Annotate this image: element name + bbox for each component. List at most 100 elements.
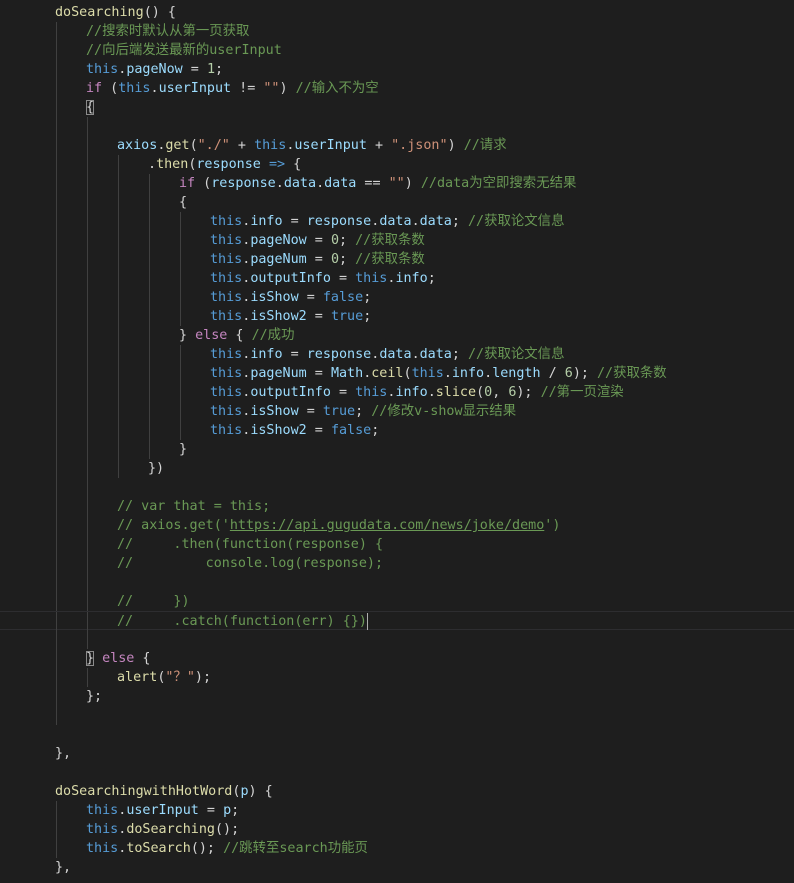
indent-guide <box>149 421 150 440</box>
code-line[interactable] <box>0 117 794 136</box>
code-line[interactable]: axios.get("./" + this.userInput + ".json… <box>0 136 794 155</box>
code-line[interactable]: // var that = this; <box>0 497 794 516</box>
code-line[interactable]: { <box>0 193 794 212</box>
code-token: // axios.get(' <box>117 518 230 533</box>
indent-guide <box>118 193 119 212</box>
code-line[interactable]: alert("？"); <box>0 668 794 687</box>
code-line[interactable]: if (response.data.data == "") //data为空即搜… <box>0 174 794 193</box>
code-token: // .then(function(response) { <box>117 537 384 552</box>
code-text: doSearchingwithHotWord(p) { <box>55 782 273 801</box>
code-token: info <box>250 347 283 362</box>
code-line[interactable] <box>0 725 794 744</box>
code-line[interactable]: { <box>0 98 794 117</box>
code-line[interactable]: // .catch(function(err) {}) <box>0 611 794 631</box>
code-line[interactable]: this.isShow2 = true; <box>0 307 794 326</box>
indent-guide <box>87 326 88 345</box>
code-line[interactable]: } else { //成功 <box>0 326 794 345</box>
code-line[interactable] <box>0 706 794 725</box>
indent-guide <box>56 820 57 839</box>
code-text: //搜索时默认从第一页获取 <box>86 22 249 41</box>
code-text: this.outputInfo = this.info; <box>210 269 436 288</box>
code-token: this <box>118 81 151 96</box>
code-line[interactable]: this.userInput = p; <box>0 801 794 820</box>
code-line[interactable] <box>0 573 794 592</box>
indent-guide <box>56 668 57 687</box>
code-line[interactable]: // axios.get('https://api.gugudata.com/n… <box>0 516 794 535</box>
code-line[interactable]: this.pageNow = 1; <box>0 60 794 79</box>
code-token: get <box>165 138 190 153</box>
code-line[interactable]: // .then(function(response) { <box>0 535 794 554</box>
code-line[interactable]: // console.log(response); <box>0 554 794 573</box>
code-token: 0 <box>330 233 339 248</box>
code-line[interactable]: doSearchingwithHotWord(p) { <box>0 782 794 801</box>
code-line[interactable]: this.outputInfo = this.info.slice(0, 6);… <box>0 383 794 402</box>
code-line[interactable]: this.isShow2 = false; <box>0 421 794 440</box>
url-link[interactable]: https://api.gugudata.com/news/joke/demo <box>230 518 544 533</box>
code-token: = <box>330 271 356 286</box>
code-token: ; <box>339 252 356 267</box>
code-line[interactable]: }, <box>0 858 794 877</box>
indent-guide <box>56 231 57 250</box>
code-token: false <box>322 290 364 305</box>
code-line[interactable]: }, <box>0 744 794 763</box>
code-line[interactable]: } <box>0 440 794 459</box>
code-line[interactable]: this.pageNow = 0; //获取条数 <box>0 231 794 250</box>
code-line[interactable]: this.isShow = true; //修改v-show显示结果 <box>0 402 794 421</box>
code-token: this <box>210 233 243 248</box>
code-line[interactable]: //搜索时默认从第一页获取 <box>0 22 794 41</box>
code-text: this.pageNum = Math.ceil(this.info.lengt… <box>210 364 667 383</box>
code-line[interactable]: doSearching() { <box>0 3 794 22</box>
indent-guide <box>180 421 181 440</box>
code-line[interactable]: this.isShow = false; <box>0 288 794 307</box>
code-line[interactable]: this.info = response.data.data; //获取论文信息 <box>0 212 794 231</box>
indent-guide <box>56 554 57 573</box>
code-token: . <box>316 176 325 191</box>
indent-guide <box>87 345 88 364</box>
code-token: alert <box>117 670 158 685</box>
code-token: this <box>254 138 287 153</box>
code-line[interactable]: }; <box>0 687 794 706</box>
code-token: //修改v-show显示结果 <box>371 404 517 419</box>
code-line[interactable]: this.outputInfo = this.info; <box>0 269 794 288</box>
indent-guide <box>149 288 150 307</box>
code-line[interactable]: this.info = response.data.data; //获取论文信息 <box>0 345 794 364</box>
code-text: // var that = this; <box>117 497 270 516</box>
code-token: //data为空即搜索无结果 <box>420 176 577 191</box>
indent-guide <box>87 554 88 573</box>
code-text: alert("？"); <box>117 668 211 687</box>
indent-guide <box>56 421 57 440</box>
code-text: if (this.userInput != "") //输入不为空 <box>86 79 379 98</box>
code-token: doSearchingwithHotWord <box>55 784 233 799</box>
code-line[interactable]: this.toSearch(); //跳转至search功能页 <box>0 839 794 858</box>
code-token: (); <box>190 841 224 856</box>
code-token: // .catch(function(err) {}) <box>117 614 367 629</box>
indent-guide <box>118 269 119 288</box>
code-text: this.info = response.data.data; //获取论文信息 <box>210 212 564 231</box>
code-line[interactable] <box>0 630 794 649</box>
code-token: outputInfo <box>250 271 331 286</box>
code-line[interactable]: this.pageNum = Math.ceil(this.info.lengt… <box>0 364 794 383</box>
code-token: axios <box>117 138 158 153</box>
code-line[interactable]: .then(response => { <box>0 155 794 174</box>
code-token: ); <box>194 670 212 685</box>
text-cursor <box>366 612 368 630</box>
code-line[interactable]: this.doSearching(); <box>0 820 794 839</box>
code-line[interactable]: //向后端发送最新的userInput <box>0 41 794 60</box>
code-line[interactable]: // }) <box>0 592 794 611</box>
code-editor[interactable]: doSearching() {//搜索时默认从第一页获取//向后端发送最新的us… <box>0 0 794 883</box>
indent-guide <box>180 383 181 402</box>
code-line[interactable]: if (this.userInput != "") //输入不为空 <box>0 79 794 98</box>
code-token: this <box>210 347 243 362</box>
code-line[interactable]: } else { <box>0 649 794 668</box>
code-token: this <box>86 822 119 837</box>
code-token: ( <box>403 366 412 381</box>
code-line[interactable]: }) <box>0 459 794 478</box>
code-token: //获取论文信息 <box>468 347 565 362</box>
code-line[interactable] <box>0 478 794 497</box>
code-token: userInput <box>158 81 232 96</box>
code-line[interactable] <box>0 763 794 782</box>
code-token: ') <box>544 518 561 533</box>
indent-guide <box>180 269 181 288</box>
code-line[interactable]: this.pageNum = 0; //获取条数 <box>0 250 794 269</box>
indent-guide <box>118 212 119 231</box>
